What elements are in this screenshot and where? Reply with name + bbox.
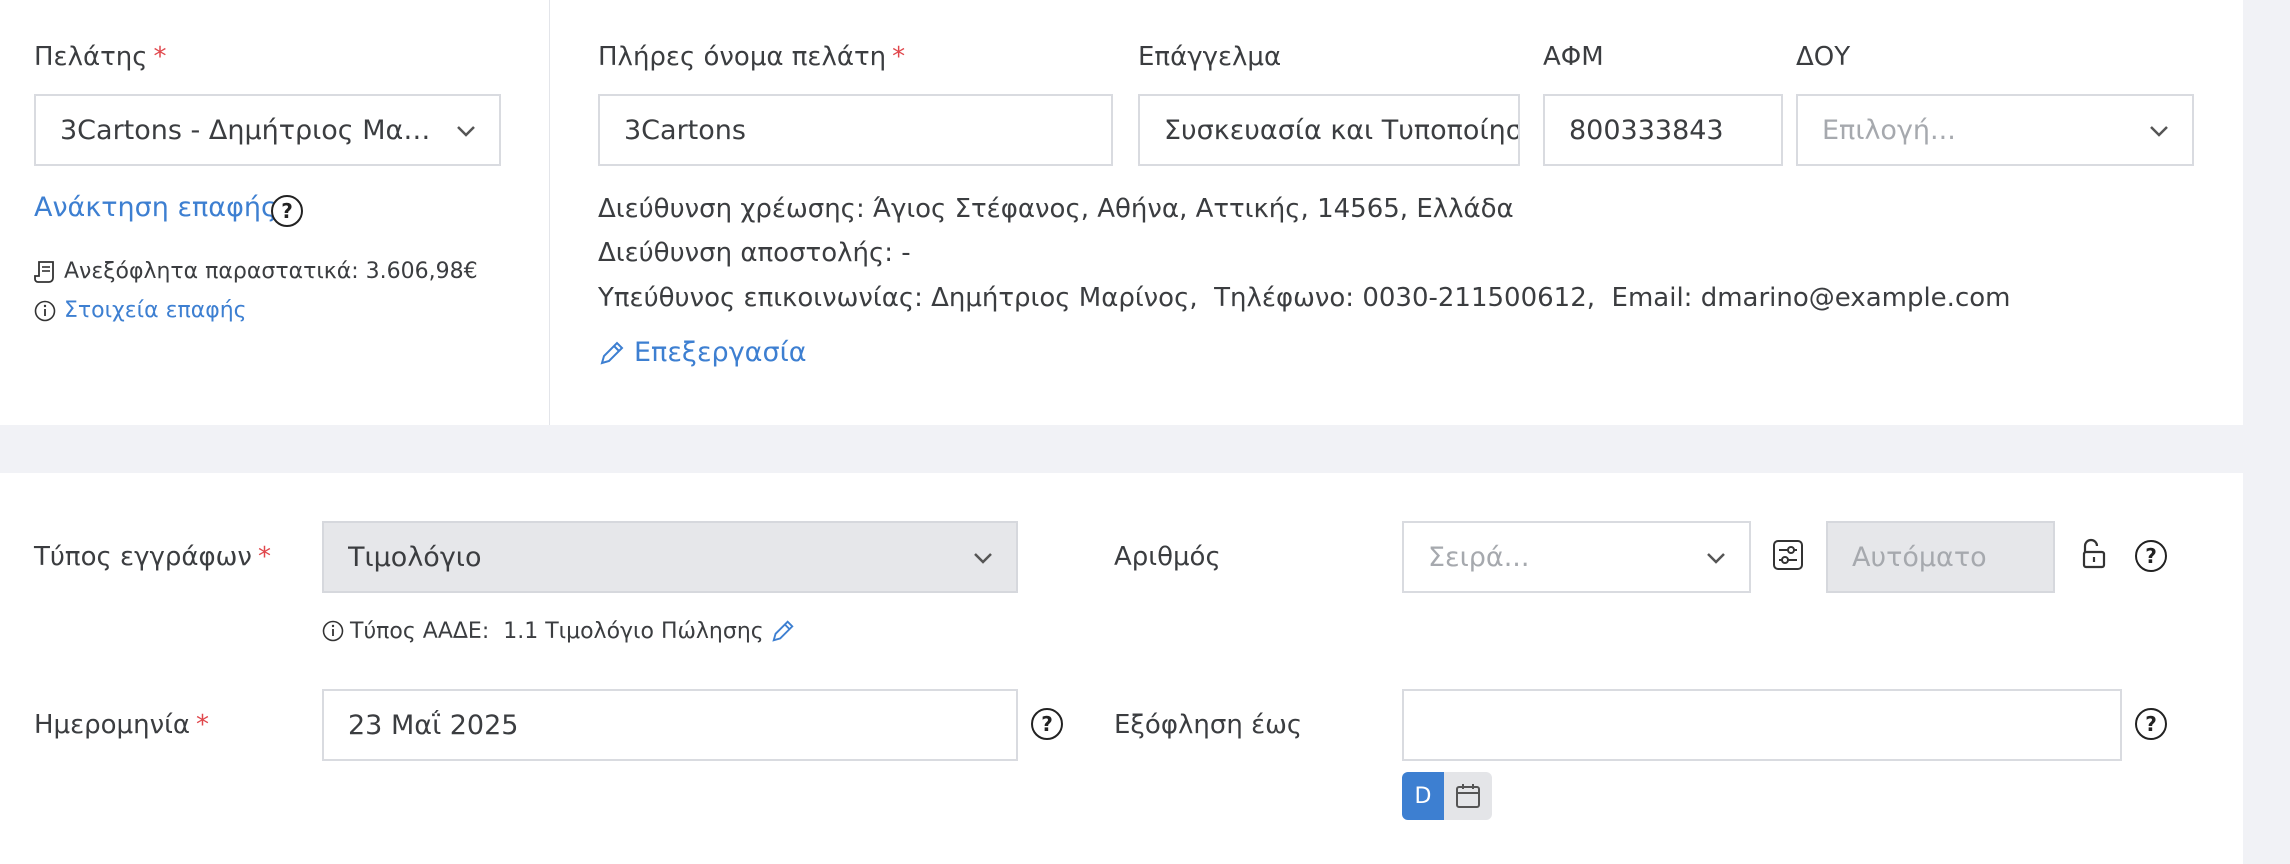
retrieve-contact-link[interactable]: Ανάκτηση επαφής — [34, 192, 277, 223]
full-name-input[interactable]: 3Cartons — [598, 94, 1113, 166]
chevron-down-icon — [974, 553, 992, 564]
full-name-label: Πλήρες όνομα πελάτη * — [598, 42, 906, 72]
chevron-down-icon — [2150, 126, 2168, 137]
billing-address: Διεύθυνση χρέωσης: Άγιος Στέφανος, Αθήνα… — [598, 194, 1514, 224]
help-icon[interactable]: ? — [2135, 708, 2167, 740]
chevron-down-icon — [1707, 553, 1725, 564]
profession-label: Επάγγελμα — [1138, 42, 1282, 72]
edit-link[interactable]: Επεξεργασία — [598, 337, 807, 368]
date-mode-toggle[interactable]: D — [1402, 772, 1492, 820]
auto-number-input: Αυτόματο — [1826, 521, 2055, 593]
help-icon[interactable]: ? — [2135, 540, 2167, 572]
number-label: Αριθμός — [1114, 542, 1221, 572]
customer-card-divider — [549, 0, 550, 425]
unlock-icon[interactable] — [2078, 537, 2108, 571]
pencil-icon — [600, 341, 624, 364]
receipt-icon — [34, 260, 54, 283]
vat-label: ΑΦΜ — [1543, 42, 1604, 72]
calendar-icon — [1456, 784, 1480, 808]
tax-office-select[interactable]: Επιλογή... — [1796, 94, 2194, 166]
help-icon[interactable]: ? — [1031, 708, 1063, 740]
series-select[interactable]: Σειρά... — [1402, 521, 1751, 593]
aade-type-note: Τύπος ΑΑΔΕ: 1.1 Τιμολόγιο Πώλησης — [322, 618, 796, 644]
tax-office-label: ΔΟΥ — [1796, 42, 1851, 72]
calendar-mode-button[interactable] — [1444, 772, 1492, 820]
customer-select-value: 3Cartons - Δημήτριος Μαρί… — [60, 114, 440, 146]
date-input[interactable]: 23 Μαΐ 2025 — [322, 689, 1018, 761]
contact-person: Υπεύθυνος επικοινωνίας: Δημήτριος Μαρίνο… — [598, 283, 2011, 313]
customer-select[interactable]: 3Cartons - Δημήτριος Μαρί… — [34, 94, 501, 166]
due-date-input[interactable] — [1402, 689, 2122, 761]
days-mode-button[interactable]: D — [1402, 772, 1444, 820]
pencil-icon[interactable] — [770, 618, 796, 644]
contact-details-link[interactable]: Στοιχεία επαφής — [34, 298, 247, 323]
profession-input[interactable]: Συσκευασία και Τυποποίηση — [1138, 94, 1520, 166]
document-type-select[interactable]: Τιμολόγιο — [322, 521, 1018, 593]
help-icon[interactable]: ? — [271, 195, 303, 227]
customer-label: Πελάτης * — [34, 42, 167, 72]
chevron-down-icon — [457, 126, 475, 137]
shipping-address: Διεύθυνση αποστολής: - — [598, 238, 911, 268]
date-label: Ημερομηνία * — [34, 710, 210, 740]
info-icon — [34, 300, 56, 321]
document-type-label: Τύπος εγγράφων * — [34, 542, 271, 572]
series-settings-icon[interactable] — [1772, 539, 1804, 571]
unpaid-documents: Ανεξόφλητα παραστατικά: 3.606,98€ — [34, 259, 478, 284]
due-date-label: Εξόφληση έως — [1114, 710, 1303, 740]
info-icon — [322, 620, 344, 642]
vat-input[interactable]: 800333843 — [1543, 94, 1783, 166]
